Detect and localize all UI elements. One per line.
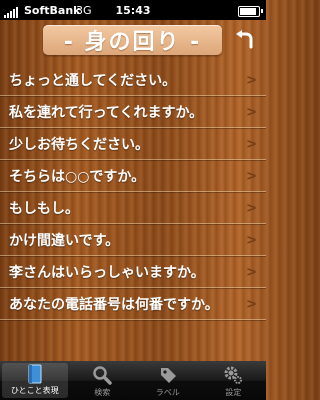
gear-icon xyxy=(223,364,243,386)
list-item-label: そちらは○○ですか。 xyxy=(9,168,146,185)
chevron-right-icon: > xyxy=(246,233,257,248)
back-button[interactable] xyxy=(228,24,262,56)
tag-icon xyxy=(158,364,178,386)
nav-header: - 身の回り - xyxy=(0,20,266,60)
list-item-label: 私を連れて行ってくれますか。 xyxy=(9,104,204,121)
list-item-label: ちょっと通してください。 xyxy=(9,72,177,89)
list-item-label: かけ間違いです。 xyxy=(9,232,120,249)
list-item-label: 少しお待ちください。 xyxy=(9,136,149,153)
tab-phrases[interactable]: ひとこと表現 xyxy=(2,363,68,398)
tab-label: 検索 xyxy=(94,388,111,397)
list-item[interactable]: もしもし。 > xyxy=(0,192,266,224)
tab-labels[interactable]: ラベル xyxy=(135,361,201,400)
list-item[interactable]: そちらは○○ですか。 > xyxy=(0,160,266,192)
tab-label: 設定 xyxy=(225,388,242,397)
chevron-right-icon: > xyxy=(246,73,257,88)
list-item[interactable]: かけ間違いです。 > xyxy=(0,224,266,256)
chevron-right-icon: > xyxy=(246,265,257,280)
chevron-right-icon: > xyxy=(246,297,257,312)
list-item-label: あなたの電話番号は何番ですか。 xyxy=(9,296,219,313)
chevron-right-icon: > xyxy=(246,137,257,152)
search-icon xyxy=(92,364,112,386)
list-item[interactable]: 少しお待ちください。 > xyxy=(0,128,266,160)
tab-settings[interactable]: 設定 xyxy=(201,361,267,400)
tab-label: ラベル xyxy=(155,388,180,397)
list-item[interactable]: あなたの電話番号は何番ですか。 > xyxy=(0,288,266,320)
back-arrow-icon xyxy=(236,30,253,49)
list-item[interactable]: 私を連れて行ってくれますか。 > xyxy=(0,96,266,128)
page-title: - 身の回り - xyxy=(43,25,222,55)
tab-bar: ひとこと表現 検索 ラベル 設定 xyxy=(0,361,266,400)
battery-icon xyxy=(238,6,263,17)
list-item[interactable]: ちょっと通してください。 > xyxy=(0,64,266,96)
tab-search[interactable]: 検索 xyxy=(70,361,136,400)
list-item[interactable]: 李さんはいらっしゃいますか。 > xyxy=(0,256,266,288)
book-icon xyxy=(27,363,43,384)
chevron-right-icon: > xyxy=(246,169,257,184)
phrase-list: ちょっと通してください。 > 私を連れて行ってくれますか。 > 少しお待ちくださ… xyxy=(0,64,266,320)
status-time: 15:43 xyxy=(115,4,151,17)
list-item-label: 李さんはいらっしゃいますか。 xyxy=(9,264,205,281)
status-bar: SoftBank 3G 15:43 xyxy=(0,0,266,20)
chevron-right-icon: > xyxy=(246,105,257,120)
tab-label: ひとこと表現 xyxy=(10,386,59,395)
list-item-label: もしもし。 xyxy=(9,200,79,217)
chevron-right-icon: > xyxy=(246,201,257,216)
